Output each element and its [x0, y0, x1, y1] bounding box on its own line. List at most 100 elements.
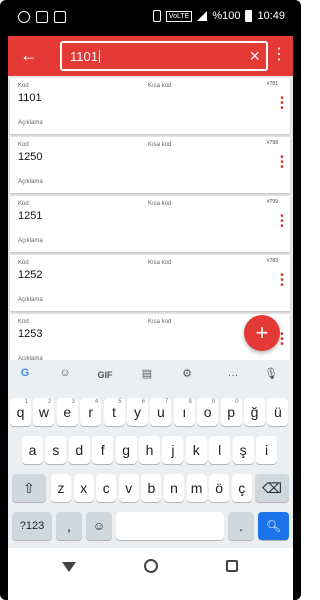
battery-percent: %100	[212, 10, 241, 22]
key[interactable]: n	[164, 474, 184, 502]
whatsapp-icon	[18, 11, 30, 23]
item-menu-icon[interactable]: • • •	[280, 94, 284, 114]
key[interactable]: ç	[231, 474, 252, 502]
app-bar: ← 1101 × ⋮	[8, 36, 293, 76]
search-input[interactable]: 1101 ×	[60, 41, 268, 71]
item-menu-icon[interactable]: • • •	[280, 271, 284, 291]
period-key[interactable]: .	[228, 512, 254, 540]
aciklama-label: Açıklama	[18, 238, 43, 244]
key[interactable]: u7	[150, 398, 172, 426]
list-item[interactable]: Kod Kısa kod 1251 Açıklama #799 • • •	[10, 196, 290, 252]
key[interactable]: s	[45, 436, 67, 464]
vibrate-icon	[152, 10, 161, 22]
clipboard-icon[interactable]: ▤	[138, 367, 156, 383]
key[interactable]: ü	[267, 398, 289, 426]
key[interactable]: p0	[220, 398, 242, 426]
space-key[interactable]	[116, 512, 224, 540]
item-menu-icon[interactable]: • • •	[280, 153, 284, 173]
close-icon[interactable]: ×	[249, 45, 260, 67]
item-number: #783	[266, 258, 278, 264]
mic-icon[interactable]: 🎙	[262, 367, 280, 383]
key[interactable]: y6	[127, 398, 148, 426]
status-bar: VoLTE %100 10:49	[8, 0, 293, 36]
comma-key[interactable]: ,	[56, 512, 82, 540]
nav-recents-icon[interactable]	[226, 560, 238, 572]
item-number: #798	[266, 140, 278, 146]
key[interactable]: r4	[80, 398, 102, 426]
nav-back-icon[interactable]	[62, 562, 76, 572]
kod-label: Kod	[18, 142, 29, 148]
gif-button[interactable]: GIF	[94, 367, 116, 383]
keyboard-toolbar: G ☺ GIF ▤ ⚙ … 🎙	[8, 360, 293, 390]
key[interactable]: h	[139, 436, 160, 464]
key[interactable]: v	[118, 474, 139, 502]
key-row-4: ?123 , ☺ . 🔍︎	[8, 512, 293, 542]
key[interactable]: x	[73, 474, 94, 502]
key-label: e	[63, 404, 72, 420]
key[interactable]: ğ	[244, 398, 265, 426]
list-item[interactable]: Kod Kısa kod 1252 Açıklama #783 • • •	[10, 255, 290, 311]
key-hint: 3	[71, 399, 75, 405]
key[interactable]: z	[51, 474, 71, 502]
item-menu-icon[interactable]: • • •	[280, 212, 284, 232]
key-label: ü	[273, 404, 282, 420]
aciklama-label: Açıklama	[18, 297, 43, 303]
key[interactable]: e3	[56, 398, 78, 426]
kisa-kod-label: Kısa kod	[148, 83, 172, 89]
list-item[interactable]: Kod Kısa kod 1250 Açıklama #798 • • •	[10, 137, 290, 193]
back-arrow-icon[interactable]: ←	[20, 45, 40, 65]
key[interactable]: o9	[197, 398, 219, 426]
status-left-icons	[18, 11, 66, 23]
key[interactable]: ı8	[173, 398, 195, 426]
key[interactable]: t5	[103, 398, 125, 426]
key[interactable]: w2	[33, 398, 55, 426]
more-vert-icon[interactable]: ⋮	[271, 46, 287, 64]
more-icon[interactable]: …	[224, 367, 242, 383]
key[interactable]: q1	[10, 398, 31, 426]
nav-home-icon[interactable]	[144, 559, 158, 573]
key-hint: 8	[188, 399, 192, 405]
emoji-key[interactable]: ☺	[86, 512, 112, 540]
battery-icon	[245, 10, 253, 22]
aciklama-label: Açıklama	[18, 120, 43, 126]
status-right-icons: VoLTE %100 10:49	[152, 10, 285, 22]
key[interactable]: c	[96, 474, 117, 502]
key-label: p	[227, 404, 235, 420]
key-hint: 2	[48, 399, 52, 405]
list-item[interactable]: Kod Kısa kod 1101 Açıklama #781 • • •	[10, 78, 290, 134]
key[interactable]: d	[68, 436, 90, 464]
key[interactable]: ş	[232, 436, 254, 464]
key-label: y	[134, 404, 141, 420]
key[interactable]: l	[209, 436, 231, 464]
screen-record-icon	[36, 11, 48, 23]
add-button[interactable]: +	[244, 315, 280, 351]
key[interactable]: b	[141, 474, 162, 502]
text-caret	[98, 50, 101, 63]
key-row-3: ⇧ ⌫ zxcvbnmöç	[8, 474, 293, 504]
key-hint: 0	[235, 399, 239, 405]
key[interactable]: a	[22, 436, 43, 464]
key-hint: 7	[165, 399, 169, 405]
key-hint: 9	[211, 399, 216, 405]
kisa-kod-label: Kısa kod	[148, 201, 172, 207]
item-menu-icon[interactable]: • • •	[280, 330, 284, 350]
shift-key[interactable]: ⇧	[12, 474, 46, 502]
key[interactable]: ö	[209, 474, 230, 502]
key[interactable]: f	[92, 436, 114, 464]
key[interactable]: j	[162, 436, 184, 464]
backspace-key[interactable]: ⌫	[255, 474, 289, 502]
gear-icon[interactable]: ⚙	[178, 367, 196, 383]
key[interactable]: g	[115, 436, 137, 464]
search-key[interactable]: 🔍︎	[258, 512, 289, 540]
key[interactable]: k	[185, 436, 207, 464]
key[interactable]: i	[256, 436, 277, 464]
key[interactable]: m	[186, 474, 207, 502]
search-value: 1101	[70, 49, 101, 64]
google-icon[interactable]: G	[16, 367, 34, 383]
sticker-icon[interactable]: ☺	[56, 367, 74, 383]
symbols-key[interactable]: ?123	[12, 512, 52, 540]
aciklama-label: Açıklama	[18, 179, 43, 185]
code-list: Kod Kısa kod 1101 Açıklama #781 • • • Kod Kısa ko…	[8, 76, 293, 360]
item-code: 1250	[18, 151, 43, 163]
item-code: 1101	[18, 92, 42, 104]
